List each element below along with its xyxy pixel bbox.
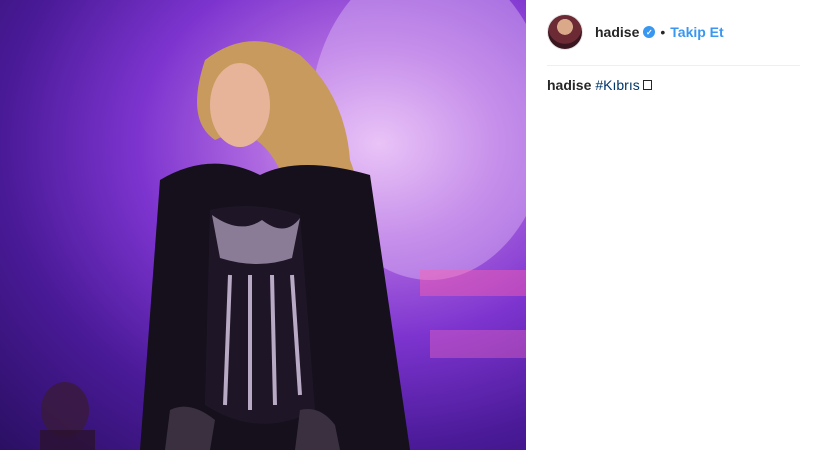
follow-button[interactable]: Takip Et: [670, 24, 723, 40]
caption-username-link[interactable]: hadise: [547, 77, 591, 93]
avatar[interactable]: [547, 14, 583, 50]
header-divider: [547, 65, 800, 66]
missing-glyph-icon: [642, 80, 652, 90]
username-link[interactable]: hadise: [595, 24, 639, 40]
post-sidebar: hadise ✓ • Takip Et hadise #Kıbrıs: [526, 0, 820, 450]
separator-dot: •: [660, 24, 666, 40]
hashtag-link[interactable]: #Kıbrıs: [595, 77, 639, 93]
post-photo[interactable]: [0, 0, 526, 450]
verified-badge-icon: ✓: [643, 26, 656, 38]
post-caption: hadise #Kıbrıs: [547, 77, 652, 93]
concert-photo-illustration: [40, 0, 526, 450]
post-header: hadise ✓ • Takip Et: [547, 14, 800, 50]
